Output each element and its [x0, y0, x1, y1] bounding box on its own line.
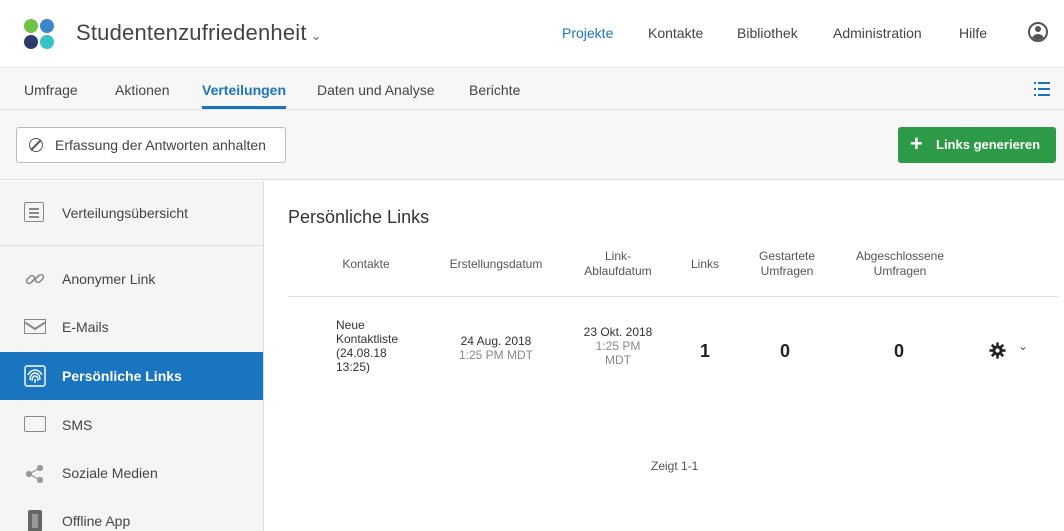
nav-kontakte[interactable]: Kontakte: [648, 25, 703, 41]
column-header-line: Gestartete: [758, 249, 816, 263]
fingerprint-icon: [24, 365, 46, 387]
cell-line: Neue: [336, 318, 365, 332]
sidebar-item-label: Soziale Medien: [62, 465, 158, 481]
sidebar-item-anonymer-link[interactable]: Anonymer Link: [0, 255, 263, 303]
creation-date: 24 Aug. 2018 1:25 PM MDT: [436, 334, 556, 362]
stop-button-label: Erfassung der Antworten anhalten: [55, 137, 266, 153]
sms-bubble-icon: [24, 416, 46, 432]
list-document-icon: [24, 202, 44, 222]
project-title-dropdown[interactable]: Studentenzufriedenheit ⌄: [76, 20, 322, 46]
sidebar-item-label: Anonymer Link: [62, 271, 156, 287]
sidebar-item-e-mails[interactable]: E-Mails: [0, 303, 263, 351]
sidebar-item-sms[interactable]: SMS: [0, 401, 263, 449]
app-logo[interactable]: [24, 19, 55, 50]
pagination-info: Zeigt 1-1: [651, 459, 699, 473]
column-header-links: Links: [690, 257, 719, 271]
sidebar-item-persoenliche-links[interactable]: Persönliche Links: [0, 352, 263, 400]
column-header-abgeschlossene-umfragen: Abgeschlossene Umfragen: [832, 249, 968, 279]
sidebar-item-verteilungsuebersicht[interactable]: Verteilungsübersicht: [0, 189, 263, 237]
links-count: 1: [700, 341, 711, 361]
chevron-down-icon[interactable]: ⌄: [1018, 339, 1028, 353]
sidebar-item-label: E-Mails: [62, 319, 109, 335]
tab-verteilungen[interactable]: Verteilungen: [202, 82, 286, 98]
list-view-icon[interactable]: [1034, 82, 1050, 96]
cell-line: 1:25 PM MDT: [458, 348, 533, 362]
column-header-line: Ablaufdatum: [584, 264, 652, 278]
chevron-down-icon: ⌄: [310, 28, 322, 43]
active-tab-indicator: [202, 106, 286, 109]
cell-line: 24 Aug. 2018: [460, 334, 532, 348]
cell-line: MDT: [605, 353, 631, 367]
distribution-sidebar: Verteilungsübersicht Anonymer Link E-Mai…: [0, 181, 264, 531]
cell-line: (24.08.18: [336, 346, 387, 360]
sidebar-item-label: SMS: [62, 417, 93, 433]
started-surveys-count: 0: [780, 341, 791, 361]
sidebar-item-soziale-medien[interactable]: Soziale Medien: [0, 449, 263, 497]
sidebar-item-label: Verteilungsübersicht: [62, 205, 189, 221]
column-header-gestartete-umfragen: Gestartete Umfragen: [741, 249, 833, 279]
link-icon: [25, 273, 45, 285]
tab-daten-und-analyse[interactable]: Daten und Analyse: [317, 82, 435, 98]
column-header-line: Umfragen: [760, 264, 814, 278]
column-header-kontakte: Kontakte: [342, 257, 390, 271]
phone-icon: [28, 510, 42, 531]
tab-berichte[interactable]: Berichte: [469, 82, 520, 98]
generate-links-button[interactable]: + Links generieren: [898, 127, 1056, 163]
page-title: Persönliche Links: [288, 207, 430, 227]
prohibited-icon: [29, 138, 43, 152]
tab-umfrage[interactable]: Umfrage: [24, 82, 78, 98]
sidebar-item-label: Persönliche Links: [62, 368, 182, 384]
nav-bibliothek[interactable]: Bibliothek: [737, 25, 798, 41]
completed-surveys-count: 0: [894, 341, 905, 361]
generate-links-label: Links generieren: [936, 137, 1041, 152]
share-icon: [25, 464, 44, 484]
plus-icon: +: [910, 131, 923, 156]
tab-aktionen[interactable]: Aktionen: [115, 82, 169, 98]
stop-collecting-responses-button[interactable]: Erfassung der Antworten anhalten: [16, 127, 286, 163]
column-header-erstellungsdatum: Erstellungsdatum: [449, 257, 543, 271]
sidebar-item-offline-app[interactable]: Offline App: [0, 497, 263, 531]
contact-list-name[interactable]: Neue Kontaktliste (24.08.18 13:25): [336, 318, 426, 374]
column-header-line: Link-: [604, 249, 631, 263]
top-bar: Studentenzufriedenheit ⌄ Projekte Kontakt…: [0, 0, 1064, 68]
column-header-line: Umfragen: [873, 264, 927, 278]
column-header-link-ablaufdatum: Link- Ablaufdatum: [566, 249, 670, 279]
nav-administration[interactable]: Administration: [833, 25, 922, 41]
gear-icon[interactable]: [989, 342, 1006, 359]
sidebar-divider: [0, 245, 263, 246]
nav-hilfe[interactable]: Hilfe: [959, 25, 987, 41]
cell-line: 13:25): [336, 360, 371, 374]
project-tabs: Umfrage Aktionen Verteilungen Daten und …: [0, 68, 1064, 110]
sidebar-item-label: Offline App: [62, 513, 131, 529]
nav-projekte[interactable]: Projekte: [562, 25, 613, 41]
envelope-icon: [24, 319, 46, 334]
table-header-divider: [288, 296, 1058, 297]
cell-line: 1:25 PM: [595, 339, 641, 353]
column-header-line: Abgeschlossene: [855, 249, 945, 263]
user-account-icon[interactable]: [1028, 22, 1048, 42]
expiration-date: 23 Okt. 2018 1:25 PM MDT: [566, 325, 670, 367]
project-title: Studentenzufriedenheit: [76, 20, 307, 45]
cell-line: Kontaktliste: [336, 332, 399, 346]
cell-line: 23 Okt. 2018: [583, 325, 653, 339]
